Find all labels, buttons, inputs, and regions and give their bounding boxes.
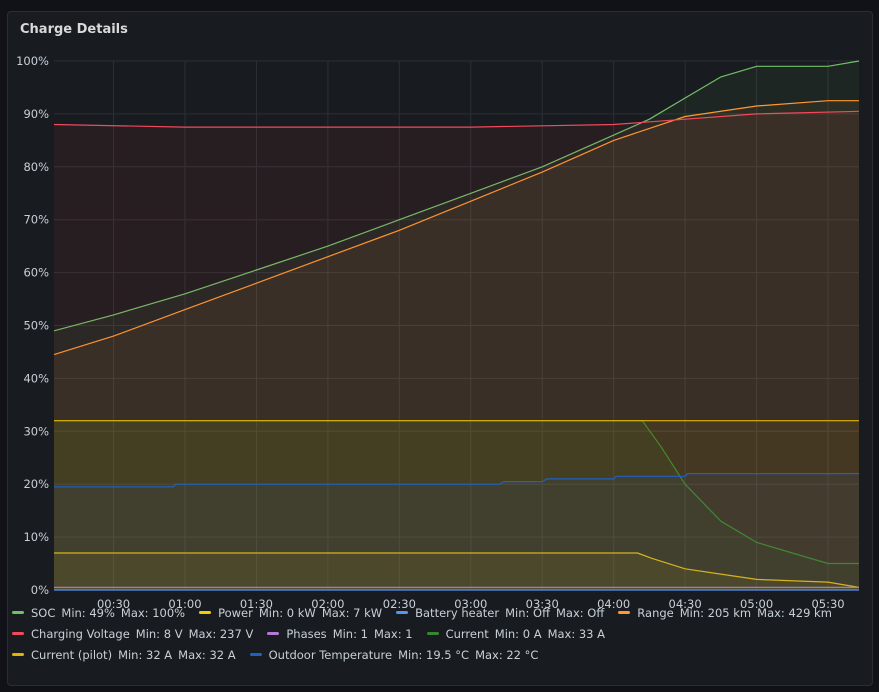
legend-max-value: Max: Off [556,606,605,620]
legend-swatch [12,611,24,614]
y-tick-label: 50% [23,319,49,333]
legend-item-current-pilot[interactable]: Current (pilot) Min: 32 A Max: 32 A [12,645,236,666]
legend-series-name: Current (pilot) [31,648,113,662]
legend-item-power[interactable]: Power Min: 0 kW Max: 7 kW [199,603,382,624]
legend-swatch [267,632,280,635]
legend-max-value: Max: 1 [373,627,413,641]
legend-series-name: Outdoor Temperature [268,648,393,662]
legend-item-soc[interactable]: SOC Min: 49% Max: 100% [12,603,185,624]
legend-swatch [426,632,439,635]
legend-series-name: Power [218,606,253,620]
legend-item-outdoor-temperature[interactable]: Outdoor Temperature Min: 19.5 °C Max: 22 °… [249,645,539,666]
legend-max-value: Max: 32 A [178,648,236,662]
y-tick-label: 90% [23,107,49,121]
y-tick-label: 30% [23,424,49,438]
y-tick-label: 40% [23,371,49,385]
legend-max-value: Max: 237 V [188,627,254,641]
y-tick-label: 100% [16,54,49,68]
legend-swatch [249,653,262,656]
series-area-outdoor-temperature [54,473,859,590]
legend-max-value: Max: 33 A [547,627,606,641]
charge-details-chart[interactable]: 0%10%20%30%40%50%60%70%80%90%100%00:30 01… [0,0,879,692]
legend-max-value: Max: 429 km [757,606,832,620]
legend-item-battery-heater[interactable]: Battery heater Min: Off Max: Off [396,603,604,624]
legend-item-phases[interactable]: Phases Min: 1 Max: 1 [267,624,413,645]
y-tick-label: 0% [31,583,49,597]
legend-min-value: Min: Off [505,606,550,620]
chart-legend: SOC Min: 49% Max: 100% Power Min: 0 kW Max: 7… [12,603,852,666]
legend-series-name: SOC [31,606,56,620]
legend-swatch [396,611,409,614]
y-tick-label: 10% [23,530,49,544]
legend-series-name: Range [637,606,674,620]
legend-series-name: Battery heater [415,606,500,620]
y-tick-label: 60% [23,266,49,280]
legend-swatch [12,653,24,656]
legend-min-value: Min: 205 km [679,606,752,620]
legend-swatch [618,611,631,614]
legend-item-range[interactable]: Range Min: 205 km Max: 429 km [618,603,832,624]
legend-swatch [12,632,24,635]
legend-min-value: Min: 1 [332,627,368,641]
y-tick-label: 70% [23,213,49,227]
legend-series-name: Phases [286,627,327,641]
legend-item-charging-voltage[interactable]: Charging Voltage Min: 8 V Max: 237 V [12,624,253,645]
legend-swatch [199,611,212,614]
legend-min-value: Min: 19.5 °C [398,648,470,662]
legend-min-value: Min: 8 V [135,627,183,641]
y-tick-label: 80% [23,160,49,174]
legend-min-value: Min: 32 A [118,648,173,662]
legend-min-value: Min: 0 A [494,627,542,641]
legend-series-name: Charging Voltage [31,627,130,641]
y-tick-label: 20% [23,477,49,491]
legend-min-value: Min: 0 kW [258,606,316,620]
legend-max-value: Max: 100% [120,606,186,620]
legend-max-value: Max: 7 kW [321,606,383,620]
legend-max-value: Max: 22 °C [475,648,539,662]
legend-min-value: Min: 49% [61,606,115,620]
legend-item-current[interactable]: Current Min: 0 A Max: 33 A [426,624,606,645]
legend-series-name: Current [445,627,489,641]
